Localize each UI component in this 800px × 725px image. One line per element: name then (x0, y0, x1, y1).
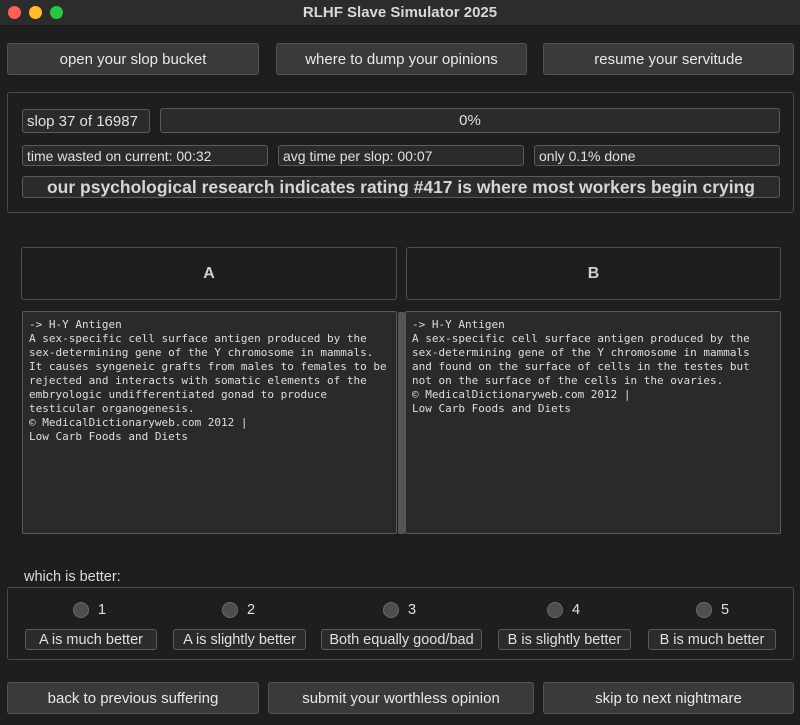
research-banner: our psychological research indicates rat… (22, 176, 780, 198)
rating-label-3[interactable]: Both equally good/bad (321, 629, 482, 650)
rating-option-4[interactable]: 4 (547, 602, 580, 618)
radio-5[interactable] (696, 602, 712, 618)
dump-opinions-button[interactable]: where to dump your opinions (276, 43, 527, 75)
percent-done: only 0.1% done (534, 145, 780, 166)
radio-1[interactable] (73, 602, 89, 618)
open-slop-bucket-button[interactable]: open your slop bucket (7, 43, 259, 75)
rating-label-2[interactable]: A is slightly better (173, 629, 306, 650)
close-window-icon[interactable] (8, 6, 21, 19)
time-current: time wasted on current: 00:32 (22, 145, 268, 166)
progress-bar: 0% (160, 108, 780, 133)
zoom-window-icon[interactable] (50, 6, 63, 19)
radio-2[interactable] (222, 602, 238, 618)
radio-4[interactable] (547, 602, 563, 618)
rating-number-3: 3 (408, 602, 417, 618)
rating-option-1[interactable]: 1 (73, 602, 106, 618)
response-b-text[interactable]: -> H-Y Antigen A sex-specific cell surfa… (405, 311, 781, 534)
minimize-window-icon[interactable] (29, 6, 42, 19)
window-title: RLHF Slave Simulator 2025 (302, 4, 498, 21)
window-controls (8, 6, 63, 19)
rating-option-2[interactable]: 2 (222, 602, 255, 618)
progress-text: 0% (459, 112, 481, 129)
rating-label-5[interactable]: B is much better (648, 629, 776, 650)
submit-button[interactable]: submit your worthless opinion (268, 682, 534, 714)
rating-number-4: 4 (572, 602, 581, 618)
back-button[interactable]: back to previous suffering (7, 682, 259, 714)
skip-button[interactable]: skip to next nightmare (543, 682, 794, 714)
rating-label-4[interactable]: B is slightly better (498, 629, 631, 650)
rating-number-1: 1 (98, 602, 107, 618)
response-a-text[interactable]: -> H-Y Antigen A sex-specific cell surfa… (22, 311, 397, 534)
rating-option-5[interactable]: 5 (696, 602, 729, 618)
rating-prompt: which is better: (24, 569, 121, 585)
resume-servitude-button[interactable]: resume your servitude (543, 43, 794, 75)
choice-a-button[interactable]: A (21, 247, 397, 300)
avg-time: avg time per slop: 00:07 (278, 145, 524, 166)
rating-number-2: 2 (247, 602, 256, 618)
rating-number-5: 5 (721, 602, 730, 618)
radio-3[interactable] (383, 602, 399, 618)
title-bar: RLHF Slave Simulator 2025 (0, 0, 800, 26)
rating-option-3[interactable]: 3 (383, 602, 416, 618)
rating-label-1[interactable]: A is much better (25, 629, 157, 650)
slop-counter: slop 37 of 16987 (22, 109, 150, 133)
pane-divider[interactable] (398, 312, 405, 534)
choice-b-button[interactable]: B (406, 247, 781, 300)
